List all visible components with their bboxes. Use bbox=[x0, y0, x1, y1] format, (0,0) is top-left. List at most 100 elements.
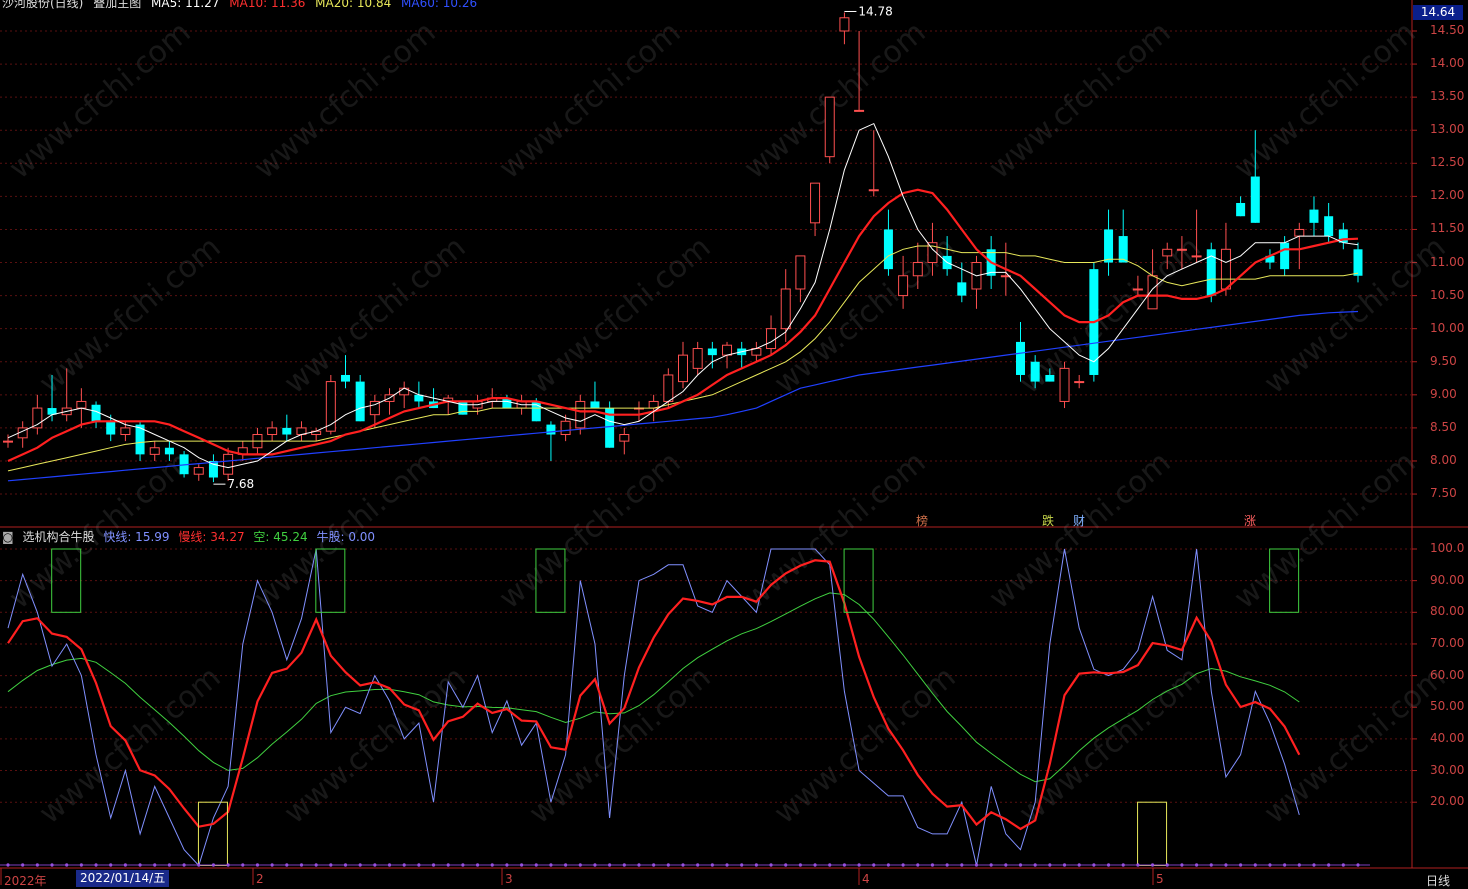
watermark-text: www.cfchi.com bbox=[983, 15, 1178, 186]
candle-up bbox=[575, 400, 586, 429]
ma20-value: MA20: 10.84 bbox=[315, 0, 392, 10]
watermark-text: www.cfchi.com bbox=[493, 15, 688, 186]
watermark-text: www.cfchi.com bbox=[33, 230, 228, 401]
price-tick-label: 13.50 bbox=[1430, 89, 1465, 104]
cursor-date: 2022/01/14/五 bbox=[76, 870, 170, 887]
candle-down bbox=[1280, 242, 1290, 270]
fast-line-value: 快线: 15.99 bbox=[103, 530, 170, 544]
candle-down bbox=[1104, 229, 1114, 263]
indicator-tick-label: 100.0 bbox=[1430, 541, 1465, 555]
candle-up bbox=[619, 434, 630, 442]
candle-up bbox=[854, 109, 865, 112]
price-tick-label: 10.50 bbox=[1430, 287, 1465, 302]
ma5-value: MA5: 11.27 bbox=[151, 0, 220, 10]
candle-up bbox=[223, 453, 234, 475]
time-tick-label: 3 bbox=[505, 872, 513, 886]
empty-line-value: 空: 45.24 bbox=[253, 530, 308, 544]
candle-down bbox=[1118, 236, 1128, 263]
candle-down bbox=[1353, 249, 1363, 276]
candle-up bbox=[898, 275, 909, 297]
candle-down bbox=[1236, 202, 1246, 217]
candle-up bbox=[824, 96, 835, 158]
candle-up bbox=[1162, 248, 1173, 257]
indicator-tick-label: 50.00 bbox=[1430, 699, 1465, 714]
candle-down bbox=[1045, 374, 1055, 382]
high-price-label: 14.78 bbox=[858, 4, 892, 18]
candle-down bbox=[106, 421, 116, 435]
watermark-text: www.cfchi.com bbox=[493, 445, 688, 616]
candle-down bbox=[164, 447, 174, 455]
candle-up bbox=[1147, 275, 1158, 310]
watermark-text: www.cfchi.com bbox=[983, 445, 1178, 616]
signal-box bbox=[1137, 801, 1168, 867]
event-marker-die[interactable]: 跌 bbox=[1042, 512, 1054, 529]
candle-up bbox=[1176, 248, 1187, 251]
candle-down bbox=[883, 229, 893, 270]
candle-down bbox=[1250, 176, 1260, 223]
indicator-tick-label: 90.00 bbox=[1430, 572, 1465, 587]
watermark-text: www.cfchi.com bbox=[1258, 660, 1453, 831]
candle-down bbox=[458, 401, 468, 415]
candle-up bbox=[1294, 228, 1305, 237]
indicator-name[interactable]: 选机构合牛股 bbox=[22, 530, 94, 544]
candle-up bbox=[1074, 381, 1085, 384]
price-tick-label: 12.00 bbox=[1430, 188, 1465, 203]
price-tick-label: 7.50 bbox=[1430, 486, 1457, 501]
candle-up bbox=[267, 427, 278, 436]
price-tick-label: 8.00 bbox=[1430, 452, 1457, 467]
candle-down bbox=[590, 401, 600, 409]
candle-up bbox=[766, 328, 777, 350]
candle-up bbox=[839, 17, 850, 32]
candle-up bbox=[1132, 288, 1143, 291]
candle-up bbox=[912, 262, 923, 277]
ma60-value: MA60: 10.26 bbox=[401, 0, 478, 10]
candle-down bbox=[1309, 209, 1319, 223]
time-tick-label: 4 bbox=[862, 872, 870, 886]
event-marker-bang[interactable]: 榜 bbox=[916, 512, 928, 529]
watermark-text: www.cfchi.com bbox=[523, 660, 718, 831]
price-tick-label: 10.00 bbox=[1430, 320, 1465, 335]
period-selector[interactable]: 日线 bbox=[1426, 872, 1450, 889]
price-tick-label: 12.50 bbox=[1430, 155, 1465, 170]
candle-up bbox=[120, 427, 131, 436]
indicator-tick-label: 30.00 bbox=[1430, 762, 1465, 777]
price-tick-label: 13.00 bbox=[1430, 122, 1465, 137]
candle-down bbox=[282, 427, 292, 435]
indicator-tick-label: 20.00 bbox=[1430, 794, 1465, 809]
candle-down bbox=[355, 381, 365, 422]
chart-canvas[interactable]: www.cfchi.com www.cfchi.com www.cfchi.com w… bbox=[0, 0, 1468, 888]
indicator-tick-label: 40.00 bbox=[1430, 730, 1465, 745]
watermark-text: www.cfchi.com bbox=[1228, 15, 1423, 186]
watermark-text: www.cfchi.com bbox=[278, 660, 473, 831]
candle-down bbox=[707, 348, 717, 356]
candle-up bbox=[193, 467, 204, 475]
price-tick-label: 11.50 bbox=[1430, 221, 1465, 236]
price-tick-label: 11.00 bbox=[1430, 254, 1465, 269]
time-tick-label: 2 bbox=[256, 872, 264, 886]
low-price-label: 7.68 bbox=[227, 477, 254, 491]
candle-up bbox=[780, 288, 791, 330]
watermark-text: www.cfchi.com bbox=[523, 230, 718, 401]
bull-value: 牛股: 0.00 bbox=[316, 530, 376, 544]
candle-up bbox=[3, 440, 13, 443]
event-marker-cai[interactable]: 财 bbox=[1073, 512, 1085, 529]
candle-up bbox=[325, 381, 336, 432]
event-marker-zhang[interactable]: 涨 bbox=[1244, 512, 1256, 529]
watermark-text: www.cfchi.com bbox=[768, 660, 963, 831]
indicator-collapse-icon[interactable]: ◙ bbox=[2, 530, 14, 544]
candle-down bbox=[208, 460, 218, 478]
candle-down bbox=[1030, 361, 1040, 382]
price-tick-label: 14.50 bbox=[1430, 23, 1465, 37]
price-tick-label: 9.50 bbox=[1430, 353, 1457, 368]
indicator-tick-label: 60.00 bbox=[1430, 667, 1465, 682]
time-tick-label: 5 bbox=[1156, 872, 1164, 886]
candle-up bbox=[1059, 367, 1070, 402]
overlay-indicator[interactable]: 叠加主图 bbox=[93, 0, 141, 10]
candle-up bbox=[678, 354, 688, 383]
slow-line-value: 慢线: 34.27 bbox=[178, 530, 245, 544]
candle-up bbox=[722, 344, 733, 356]
candle-down bbox=[1016, 341, 1025, 375]
candle-down bbox=[546, 424, 556, 435]
candle-up bbox=[76, 400, 87, 409]
stock-name: 沙河股份(日线) bbox=[2, 0, 84, 10]
